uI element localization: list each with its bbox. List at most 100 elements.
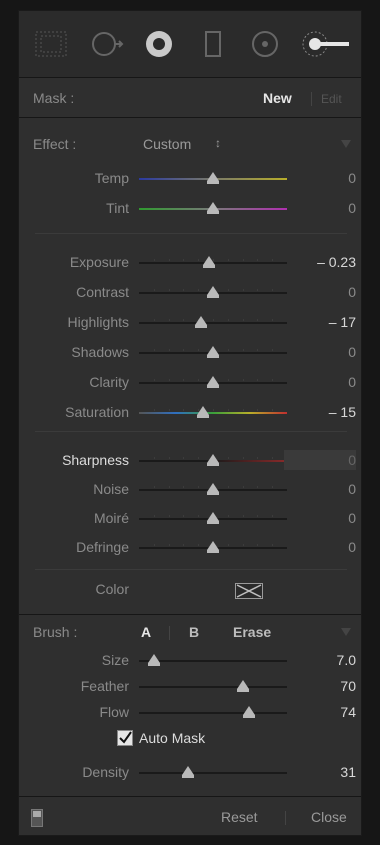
temp-value[interactable]: 0 [284, 170, 356, 186]
moir-slider[interactable] [139, 512, 287, 524]
slider-tick [242, 259, 244, 261]
moir-thumb[interactable] [207, 512, 219, 524]
contrast-row: Contrast 0 [19, 282, 361, 304]
graduated-filter-icon[interactable] [195, 27, 231, 61]
noise-slider[interactable] [139, 483, 287, 495]
mask-toggle-switch[interactable] [31, 809, 43, 827]
automask-row: Auto Mask [19, 728, 361, 750]
exposure-value[interactable]: – 0.23 [284, 254, 356, 270]
feather-slider[interactable] [139, 680, 287, 692]
highlights-value[interactable]: – 17 [284, 314, 356, 330]
defringe-slider[interactable] [139, 541, 287, 553]
slider-tick [183, 544, 185, 546]
shadows-slider[interactable] [139, 346, 287, 358]
density-value[interactable]: 31 [284, 764, 356, 780]
slider-tick [153, 349, 155, 351]
collapse-triangle-icon[interactable] [341, 628, 351, 636]
sharpness-slider[interactable] [139, 454, 287, 466]
highlights-slider[interactable] [139, 316, 287, 328]
feather-thumb[interactable] [236, 680, 249, 692]
effect-label: Effect : [33, 136, 77, 152]
defringe-label: Defringe [76, 539, 129, 555]
brush-a-tab[interactable]: A [141, 624, 151, 640]
exposure-row: Exposure – 0.23 [19, 252, 361, 274]
develop-panel: Mask : New Edit Effect : Custom ↕ Temp 0… [0, 0, 380, 845]
flow-value[interactable]: 74 [284, 704, 356, 720]
temp-thumb[interactable] [207, 172, 219, 184]
moir-value[interactable]: 0 [284, 510, 356, 526]
defringe-value[interactable]: 0 [284, 539, 356, 555]
saturation-thumb[interactable] [196, 406, 209, 418]
contrast-value[interactable]: 0 [284, 284, 356, 300]
size-slider[interactable] [139, 654, 287, 666]
color-swatch[interactable] [235, 583, 263, 599]
flow-slider[interactable] [139, 706, 287, 718]
contrast-thumb[interactable] [207, 286, 219, 298]
saturation-value[interactable]: – 15 [284, 404, 356, 420]
slider-tick [168, 486, 170, 488]
shadows-value[interactable]: 0 [284, 344, 356, 360]
temp-slider[interactable] [139, 172, 287, 184]
brush-erase-tab[interactable]: Erase [233, 624, 271, 640]
adjustment-brush-panel: Mask : New Edit Effect : Custom ↕ Temp 0… [18, 10, 362, 836]
slider-tick [198, 259, 200, 261]
collapse-triangle-icon[interactable] [341, 140, 351, 148]
noise-thumb[interactable] [207, 483, 219, 495]
slider-tick [168, 409, 170, 411]
slider-tick [227, 379, 229, 381]
feather-label: Feather [80, 678, 129, 694]
spot-removal-icon[interactable] [89, 27, 125, 61]
size-thumb[interactable] [147, 654, 160, 666]
mask-new-button[interactable]: New [263, 90, 292, 106]
clarity-value[interactable]: 0 [284, 374, 356, 390]
mask-divider [311, 92, 312, 106]
size-value[interactable]: 7.0 [284, 652, 356, 668]
close-button[interactable]: Close [311, 809, 347, 825]
slider-tick [257, 457, 259, 459]
saturation-slider[interactable] [139, 406, 287, 418]
defringe-thumb[interactable] [207, 541, 219, 553]
color-label: Color [95, 581, 129, 597]
mask-edit-button[interactable]: Edit [321, 92, 342, 106]
divider [19, 796, 361, 797]
exposure-label: Exposure [69, 254, 129, 270]
slider-tick [153, 259, 155, 261]
density-slider[interactable] [139, 766, 287, 778]
tint-thumb[interactable] [207, 202, 219, 214]
sharpness-value[interactable]: 0 [284, 450, 356, 470]
noise-row: Noise 0 [19, 479, 361, 501]
reset-button[interactable]: Reset [221, 809, 258, 825]
noise-value[interactable]: 0 [284, 481, 356, 497]
density-thumb[interactable] [181, 766, 194, 778]
effect-preset-dropdown[interactable]: Custom [143, 136, 191, 152]
highlights-thumb[interactable] [195, 316, 208, 328]
slider-tick [183, 319, 185, 321]
automask-checkbox[interactable] [117, 730, 133, 746]
clarity-slider[interactable] [139, 376, 287, 388]
clarity-thumb[interactable] [207, 376, 219, 388]
preset-stepper-icon[interactable]: ↕ [215, 136, 221, 150]
slider-tick [257, 409, 259, 411]
sharpness-thumb[interactable] [207, 454, 219, 466]
slider-tick [272, 259, 274, 261]
exposure-thumb[interactable] [202, 256, 215, 268]
crop-overlay-icon[interactable] [33, 27, 69, 61]
feather-value[interactable]: 70 [284, 678, 356, 694]
slider-tick [242, 289, 244, 291]
adjustment-brush-icon[interactable] [301, 27, 351, 61]
slider-tick [227, 409, 229, 411]
tint-value[interactable]: 0 [284, 200, 356, 216]
red-eye-icon[interactable] [141, 27, 177, 61]
exposure-slider[interactable] [139, 256, 287, 268]
slider-tick [198, 379, 200, 381]
slider-tick [227, 486, 229, 488]
radial-filter-icon[interactable] [247, 27, 283, 61]
brush-b-tab[interactable]: B [189, 624, 199, 640]
automask-label[interactable]: Auto Mask [139, 730, 205, 746]
brush-flow-row: Flow 74 [19, 702, 361, 724]
contrast-slider[interactable] [139, 286, 287, 298]
shadows-thumb[interactable] [207, 346, 219, 358]
tint-slider[interactable] [139, 202, 287, 214]
slider-tick [257, 289, 259, 291]
flow-thumb[interactable] [242, 706, 255, 718]
